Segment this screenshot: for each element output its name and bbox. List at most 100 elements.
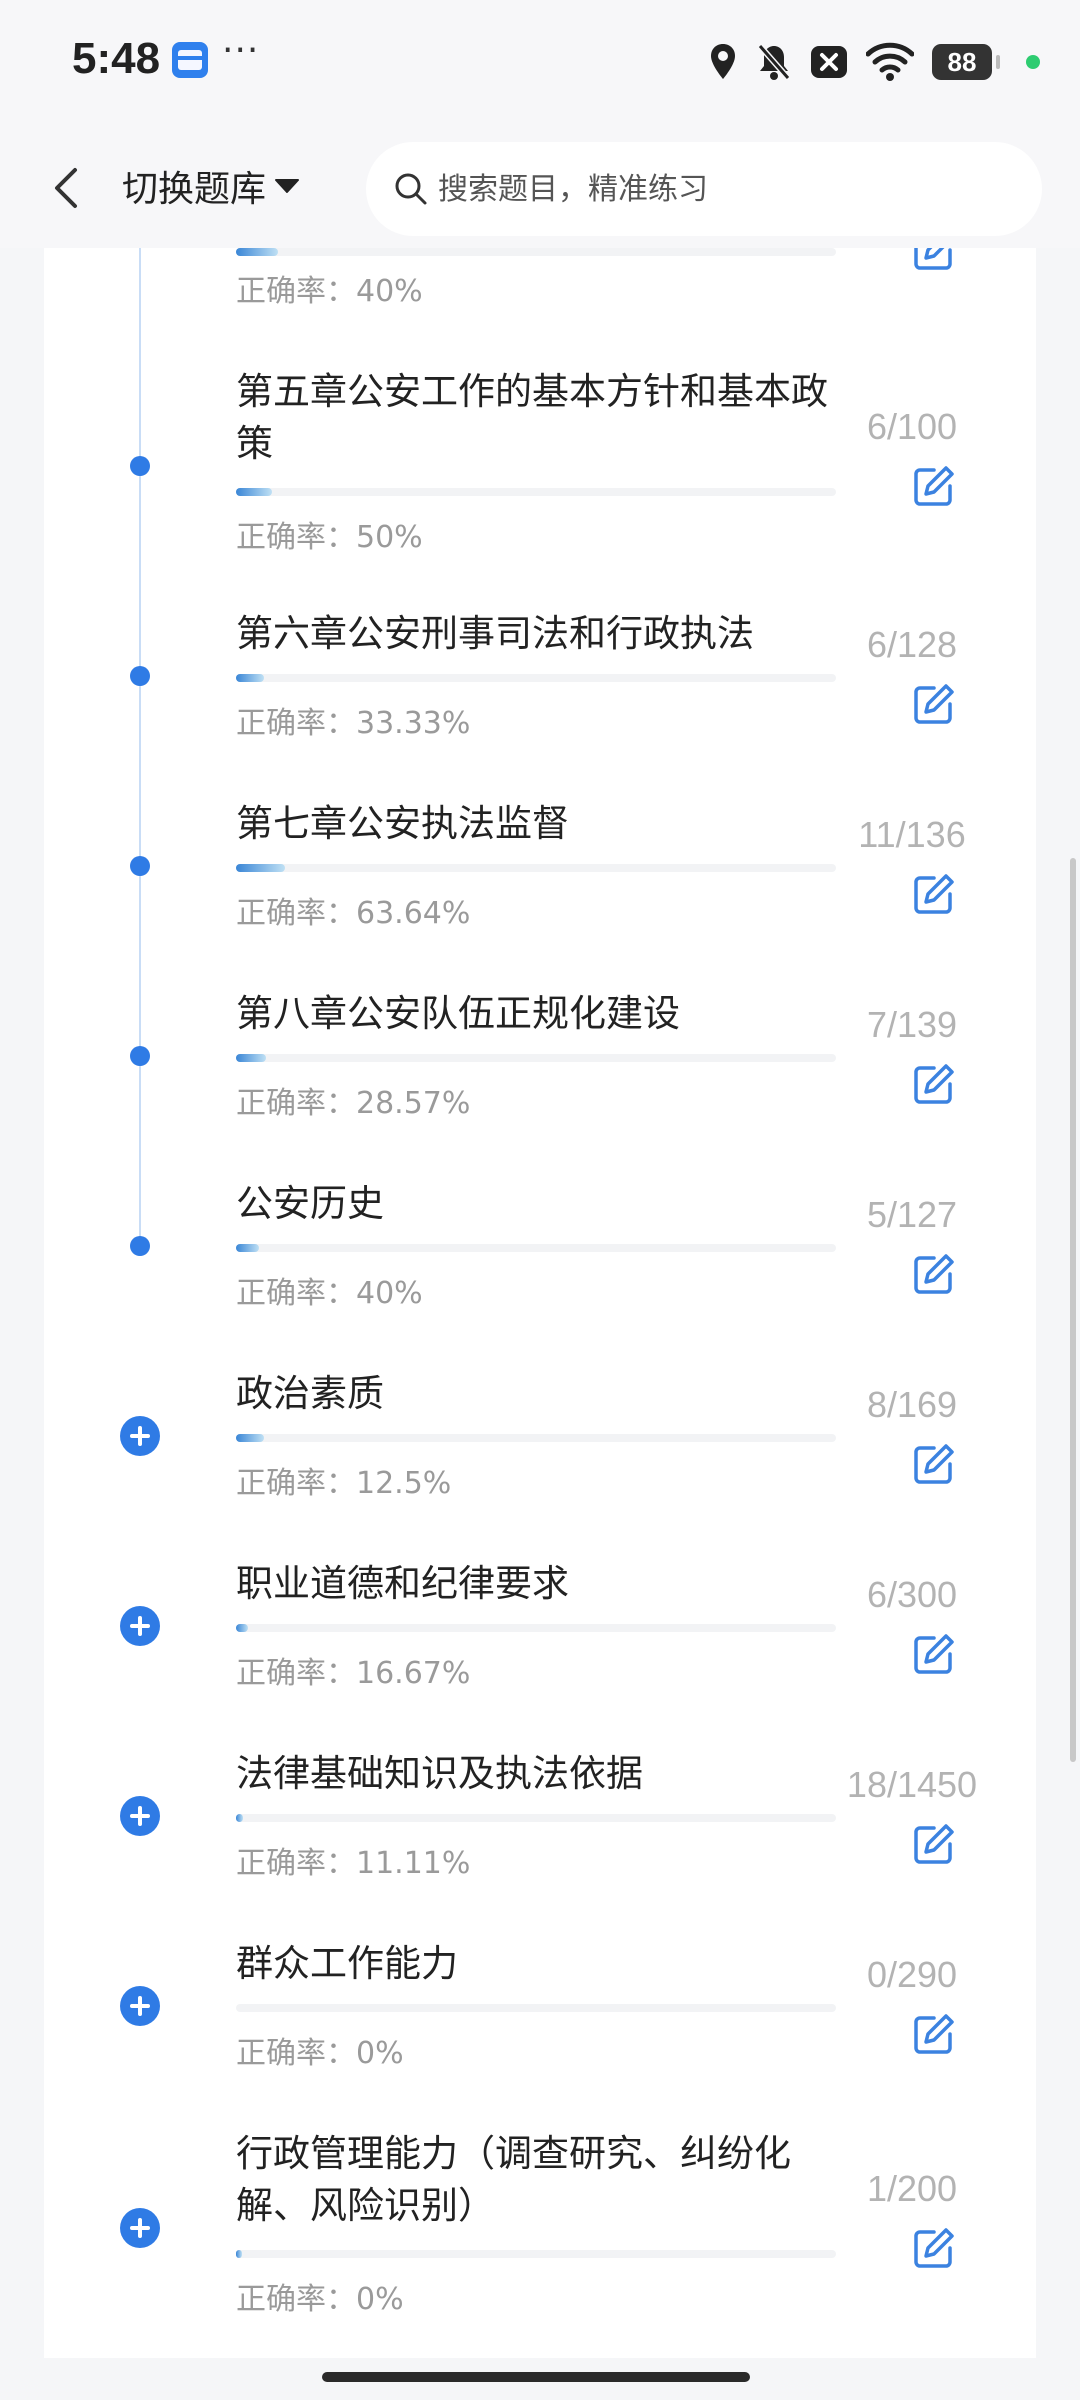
chapter-title: 职业道德和纪律要求 xyxy=(236,1562,569,1605)
progress-track xyxy=(236,1814,836,1822)
switch-question-bank-button[interactable]: 切换题库 xyxy=(122,160,300,212)
timeline-dot xyxy=(120,446,160,486)
chapter-title: 第七章公安执法监督 xyxy=(236,802,569,845)
chapter-list-item[interactable]: 群众工作能力正确率：0% 0/290 xyxy=(44,1938,1036,2118)
wallet-app-icon xyxy=(172,42,208,78)
progress-fill xyxy=(236,1434,265,1442)
progress-track xyxy=(236,488,836,496)
scrollbar[interactable] xyxy=(1070,858,1076,1762)
answered-count: 6/100 xyxy=(866,406,958,447)
bell-muted-icon xyxy=(756,42,792,82)
timeline-dot xyxy=(120,1036,160,1076)
answered-count: 7/139 xyxy=(866,1004,958,1045)
chapter-title: 第五章公安工作的基本方针和基本政策 xyxy=(236,370,828,465)
answered-count: 6/300 xyxy=(866,1574,958,1615)
answered-count: 18/1450 xyxy=(846,1764,978,1805)
more-notifications-icon: ··· xyxy=(222,30,260,71)
chapter-list-item[interactable]: 政治素质正确率：12.5% 8/169 xyxy=(44,1368,1036,1548)
timeline-dot xyxy=(120,1226,160,1266)
caret-down-icon xyxy=(275,179,300,193)
edit-icon[interactable] xyxy=(912,1252,956,1296)
answered-count: 8/169 xyxy=(866,1384,958,1425)
app-root: 5:48 ··· 88 切换题库 搜索题目，精准练习 正确率：40% 第五章公安… xyxy=(0,0,1080,2400)
answered-count: 11/136 xyxy=(858,814,966,855)
accuracy-label: 正确率：28.57% xyxy=(236,1086,471,1121)
accuracy-label: 正确率：12.5% xyxy=(236,1466,452,1501)
edit-icon[interactable] xyxy=(912,248,956,276)
chapter-list-item[interactable]: 行政管理能力（调查研究、纠纷化解、风险识别） 正确率：0% 1/200 xyxy=(44,2128,1036,2348)
accuracy-label: 正确率：16.67% xyxy=(236,1656,471,1691)
edit-icon[interactable] xyxy=(912,682,956,726)
expand-plus-icon[interactable] xyxy=(120,1606,160,1646)
battery-cap xyxy=(996,55,1000,69)
status-icons: 88 xyxy=(708,40,1040,84)
expand-plus-icon[interactable] xyxy=(120,1986,160,2026)
expand-plus-icon[interactable] xyxy=(120,1416,160,1456)
expand-plus-icon[interactable] xyxy=(120,2208,160,2248)
progress-track xyxy=(236,2250,836,2258)
edit-icon[interactable] xyxy=(912,2226,956,2270)
progress-track xyxy=(236,1054,836,1062)
timeline-dot xyxy=(120,656,160,696)
progress-fill xyxy=(236,674,265,682)
expand-plus-icon[interactable] xyxy=(120,1796,160,1836)
answered-count: 0/290 xyxy=(866,1954,958,1995)
wifi-icon xyxy=(866,42,914,82)
search-input[interactable] xyxy=(436,170,1000,208)
search-box[interactable] xyxy=(366,142,1042,236)
accuracy-label: 正确率：0% xyxy=(236,2036,404,2071)
chapter-title: 第六章公安刑事司法和行政执法 xyxy=(236,612,754,655)
edit-icon[interactable] xyxy=(912,2012,956,2056)
battery-icon: 88 xyxy=(932,44,1000,80)
location-icon xyxy=(708,42,738,82)
progress-track xyxy=(236,1624,836,1632)
chapter-title: 群众工作能力 xyxy=(236,1942,458,1985)
chapter-list-item[interactable]: 公安历史正确率：40% 5/127 xyxy=(44,1178,1036,1358)
edit-icon[interactable] xyxy=(912,872,956,916)
progress-track xyxy=(236,2004,836,2012)
status-bar: 5:48 ··· 88 xyxy=(0,0,1080,130)
chapter-list-item[interactable]: 第八章公安队伍正规化建设正确率：28.57% 7/139 xyxy=(44,988,1036,1168)
progress-track xyxy=(236,1434,836,1442)
chapter-title: 政治素质 xyxy=(236,1372,384,1415)
progress-fill xyxy=(236,864,285,872)
accuracy-label: 正确率：40% xyxy=(236,274,423,309)
answered-count: 1/200 xyxy=(866,2168,958,2209)
status-time: 5:48 xyxy=(72,34,161,83)
chapter-title: 公安历史 xyxy=(236,1182,384,1225)
accuracy-label: 正确率：50% xyxy=(236,520,423,555)
progress-track xyxy=(236,1244,836,1252)
progress-track xyxy=(236,248,836,256)
chapter-list-item[interactable]: 职业道德和纪律要求正确率：16.67% 6/300 xyxy=(44,1558,1036,1738)
header: 切换题库 xyxy=(0,130,1080,248)
edit-icon[interactable] xyxy=(912,464,956,508)
chapter-title: 第八章公安队伍正规化建设 xyxy=(236,992,680,1035)
edit-icon[interactable] xyxy=(912,1062,956,1106)
edit-icon[interactable] xyxy=(912,1822,956,1866)
chapter-list-item[interactable]: 第七章公安执法监督 正确率：63.64% 11/136 xyxy=(44,798,1036,978)
chapter-list-item[interactable]: 第五章公安工作的基本方针和基本政策正确率：50% 6/100 xyxy=(44,366,1036,586)
answered-count: 6/128 xyxy=(866,624,958,665)
timeline-dot xyxy=(120,846,160,886)
partial-list-item[interactable]: 正确率：40% xyxy=(236,248,836,309)
chapter-title: 行政管理能力（调查研究、纠纷化解、风险识别） xyxy=(236,2132,791,2227)
progress-fill xyxy=(236,1244,260,1252)
app-notification-icon xyxy=(810,44,848,80)
back-button[interactable] xyxy=(36,158,96,218)
answered-count: 5/127 xyxy=(866,1194,958,1235)
chapter-list-item[interactable]: 法律基础知识及执法依据 正确率：11.11% 18/1450 xyxy=(44,1748,1036,1928)
progress-fill xyxy=(236,488,272,496)
progress-fill xyxy=(236,1814,244,1822)
progress-fill xyxy=(236,1624,248,1632)
progress-fill xyxy=(236,2250,242,2258)
edit-icon[interactable] xyxy=(912,1632,956,1676)
privacy-indicator-dot xyxy=(1026,55,1040,69)
back-arrow-icon xyxy=(55,168,77,208)
chapter-list: 正确率：40% 第五章公安工作的基本方针和基本政策正确率：50% 6/100 第六章… xyxy=(44,248,1036,2358)
switch-question-bank-label: 切换题库 xyxy=(122,169,267,210)
accuracy-label: 正确率：40% xyxy=(236,1276,423,1311)
edit-icon[interactable] xyxy=(912,1442,956,1486)
home-indicator[interactable] xyxy=(322,2372,750,2382)
progress-track xyxy=(236,674,836,682)
chapter-list-item[interactable]: 第六章公安刑事司法和行政执法 正确率：33.33% 6/128 xyxy=(44,608,1036,788)
